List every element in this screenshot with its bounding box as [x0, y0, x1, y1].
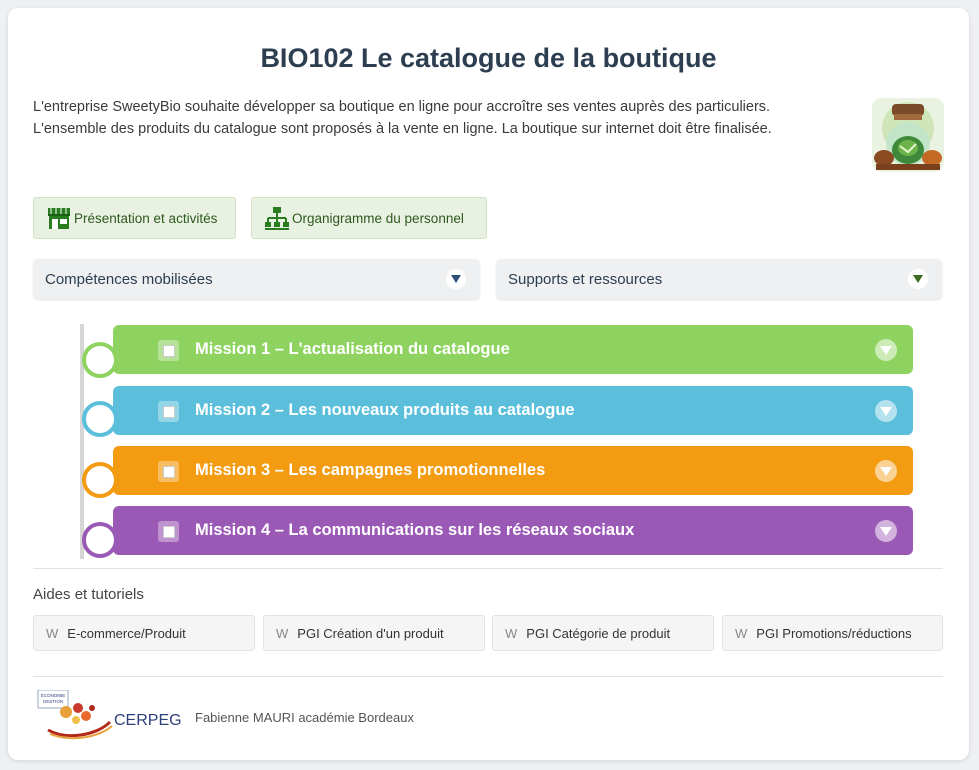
mission-4-label: Mission 4 – La communications sur les ré…	[195, 521, 635, 539]
page-title: BIO102 Le catalogue de la boutique	[260, 43, 717, 73]
aide-label: PGI Création d'un produit	[297, 625, 444, 641]
supports-label: Supports et ressources	[508, 270, 663, 288]
word-doc-icon: W	[276, 625, 289, 641]
presentation-label: Présentation et activités	[74, 210, 218, 226]
chevron-down-icon	[875, 339, 897, 361]
chevron-down-icon	[875, 520, 897, 542]
chevron-down-icon	[875, 460, 897, 482]
intro-line-2: L'ensemble des produits du catalogue son…	[33, 121, 772, 137]
divider	[33, 568, 943, 569]
aide-link-promotions[interactable]: W PGI Promotions/réductions	[722, 615, 943, 651]
aide-label: PGI Catégorie de produit	[526, 625, 671, 641]
aide-link-ecommerce[interactable]: W E-commerce/Produit	[33, 615, 255, 651]
mission-2-marker	[82, 401, 118, 437]
org-chart-label: Organigramme du personnel	[292, 210, 464, 226]
presentation-button[interactable]: Présentation et activités	[33, 197, 236, 239]
word-doc-icon: W	[505, 625, 518, 641]
intro-line-1: L'entreprise SweetyBio souhaite développ…	[33, 99, 771, 115]
mission-1-marker	[82, 342, 118, 378]
svg-text:GESTION: GESTION	[43, 699, 63, 704]
mission-1-header[interactable]: Mission 1 – L'actualisation du catalogue	[113, 325, 913, 374]
mission-4-checkbox[interactable]	[158, 521, 179, 542]
mission-3-checkbox[interactable]	[158, 461, 179, 482]
mission-3-header[interactable]: Mission 3 – Les campagnes promotionnelle…	[113, 446, 913, 495]
mission-2-checkbox[interactable]	[158, 401, 179, 422]
mission-2-header[interactable]: Mission 2 – Les nouveaux produits au cat…	[113, 386, 913, 435]
main-card: BIO102 Le catalogue de la boutique L'ent…	[8, 8, 969, 760]
aide-label: PGI Promotions/réductions	[756, 625, 912, 641]
mission-4-marker	[82, 522, 118, 558]
mission-4-header[interactable]: Mission 4 – La communications sur les ré…	[113, 506, 913, 555]
aide-link-categorie[interactable]: W PGI Catégorie de produit	[492, 615, 714, 651]
mission-3-label: Mission 3 – Les campagnes promotionnelle…	[195, 461, 546, 479]
aides-title: Aides et tutoriels	[33, 586, 144, 603]
svg-text:ÉCONOMIE: ÉCONOMIE	[41, 692, 66, 698]
chevron-down-icon	[875, 400, 897, 422]
shop-icon	[46, 205, 72, 231]
author-credit: Fabienne MAURI académie Bordeaux	[195, 710, 414, 725]
aide-link-creation-produit[interactable]: W PGI Création d'un produit	[263, 615, 485, 651]
sweetybio-jar-logo	[872, 98, 944, 172]
org-chart-icon	[264, 205, 290, 231]
competences-label: Compétences mobilisées	[45, 270, 213, 288]
divider	[33, 676, 943, 677]
chevron-down-icon	[908, 269, 928, 289]
intro-text: L'entreprise SweetyBio souhaite développ…	[33, 96, 833, 140]
competences-dropdown[interactable]: Compétences mobilisées	[33, 259, 480, 299]
word-doc-icon: W	[735, 625, 748, 641]
svg-text:CERPEG: CERPEG	[114, 712, 182, 729]
chevron-down-icon	[446, 269, 466, 289]
org-chart-button[interactable]: Organigramme du personnel	[251, 197, 487, 239]
mission-1-label: Mission 1 – L'actualisation du catalogue	[195, 340, 510, 358]
aide-label: E-commerce/Produit	[67, 625, 186, 641]
word-doc-icon: W	[46, 625, 59, 641]
supports-dropdown[interactable]: Supports et ressources	[496, 259, 942, 299]
mission-2-label: Mission 2 – Les nouveaux produits au cat…	[195, 401, 575, 419]
cerpeg-logo: ÉCONOMIE GESTION CERPEG	[36, 689, 186, 740]
mission-3-marker	[82, 462, 118, 498]
mission-1-checkbox[interactable]	[158, 340, 179, 361]
